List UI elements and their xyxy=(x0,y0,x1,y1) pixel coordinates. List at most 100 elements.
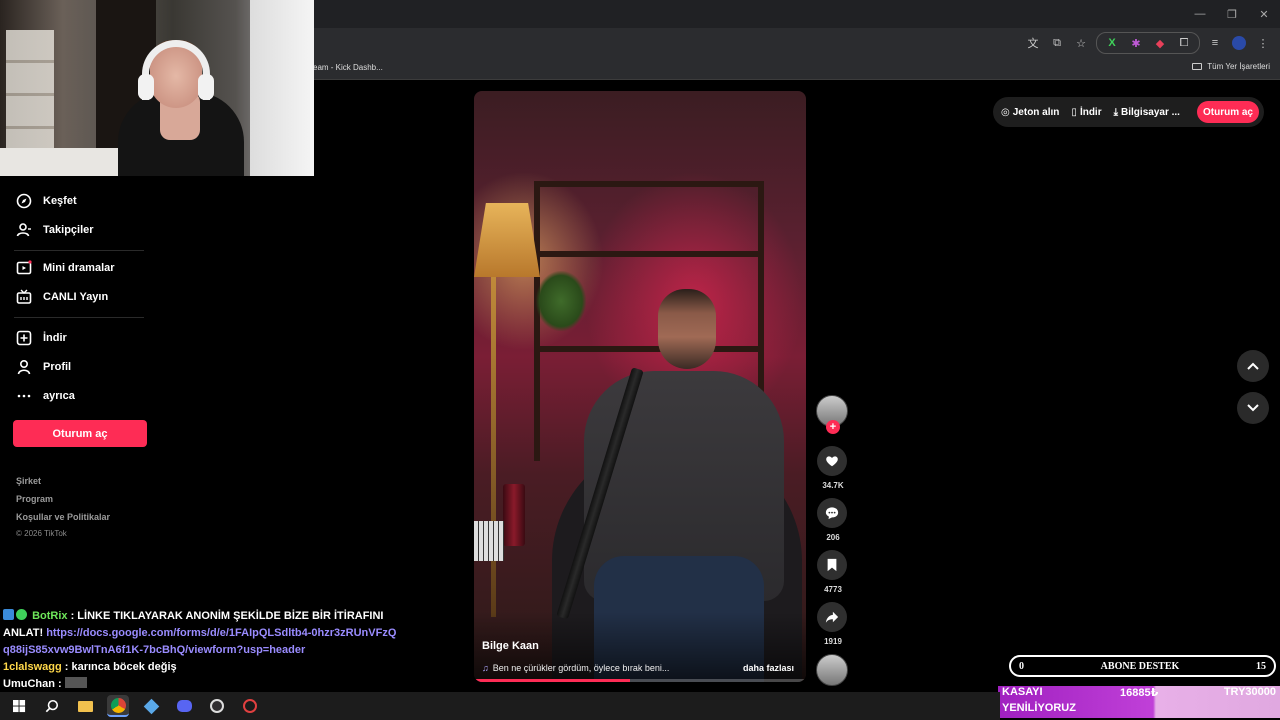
sidebar-item-label: Profil xyxy=(43,361,72,373)
get-coins-link[interactable]: ◎ Jeton alın xyxy=(1001,107,1059,118)
sidebar-item-explore[interactable]: Keşfet xyxy=(16,193,77,209)
support-target: 15 xyxy=(1255,660,1266,672)
extension-purple-icon[interactable]: ✱ xyxy=(1127,34,1145,52)
webcam-door xyxy=(250,0,314,176)
windows-start-icon[interactable] xyxy=(8,695,30,717)
extensions-puzzle-icon[interactable]: ⧠ xyxy=(1175,34,1193,52)
sidebar-item-label: CANLI Yayın xyxy=(43,291,109,303)
file-explorer-icon[interactable] xyxy=(74,695,96,717)
restore-icon[interactable]: ❐ xyxy=(1216,0,1248,28)
chat-text: karınca böcek değiş xyxy=(71,661,177,673)
verified-badge-icon xyxy=(16,609,27,620)
video-author[interactable]: Bilge Kaan xyxy=(482,640,539,652)
download-plus-icon xyxy=(16,330,32,346)
video-scene-person-head xyxy=(658,289,716,369)
sidebar-item-more[interactable]: ayrıca xyxy=(16,388,75,404)
sidebar-item-label: Keşfet xyxy=(43,195,77,207)
cast-icon[interactable]: ⧉ xyxy=(1048,34,1066,52)
profile-avatar-icon[interactable] xyxy=(1230,34,1248,52)
sidebar-item-mini-dramas[interactable]: Mini dramalar xyxy=(16,260,115,276)
chrome-icon[interactable] xyxy=(107,695,129,717)
tv-live-icon xyxy=(16,289,32,305)
comment-button[interactable] xyxy=(817,498,847,528)
footer-link-terms[interactable]: Koşullar ve Politikalar xyxy=(16,512,110,522)
app-diamond-icon[interactable] xyxy=(140,695,162,717)
video-scene-keyboard xyxy=(474,521,504,561)
chat-message: 1clalswagg : karınca böcek değiş xyxy=(3,661,177,673)
comment-icon xyxy=(825,507,839,520)
sidebar-item-download[interactable]: İndir xyxy=(16,330,67,346)
sidebar-item-label: Mini dramalar xyxy=(43,262,115,274)
sidebar-divider xyxy=(14,250,144,251)
sidebar-item-live[interactable]: CANLI Yayın xyxy=(16,289,108,305)
sidebar-item-following[interactable]: Takipçiler xyxy=(16,222,94,238)
chat-username: BotRix xyxy=(32,610,68,622)
phone-icon: ▯ xyxy=(1071,106,1077,118)
close-icon[interactable]: ✕ xyxy=(1248,0,1280,28)
headphone-ear-cup xyxy=(198,74,214,100)
video-scene-plant xyxy=(536,271,586,331)
chat-message: BotRix : LİNKE TIKLAYARAK ANONİM ŞEKİLDE… xyxy=(3,609,397,656)
video-progress-fill xyxy=(474,679,631,682)
share-button[interactable] xyxy=(817,602,847,632)
chevron-up-icon xyxy=(1247,362,1259,370)
previous-video-button[interactable] xyxy=(1237,350,1269,382)
chat-link[interactable]: https://docs.google.com/forms/d/e/1FAIpQ… xyxy=(3,627,396,656)
extension-x-icon[interactable]: X xyxy=(1103,34,1121,52)
support-current: 0 xyxy=(1019,660,1024,672)
video-progress-bar[interactable] xyxy=(474,679,806,682)
person-icon xyxy=(16,359,32,375)
search-icon[interactable] xyxy=(41,695,63,717)
desktop-app-link[interactable]: ⤓ Bilgisayar ... xyxy=(1114,107,1180,118)
chevron-down-icon xyxy=(1247,404,1259,412)
all-bookmarks[interactable]: Tüm Yer İşaretleri xyxy=(1192,62,1270,71)
sound-avatar[interactable] xyxy=(816,654,848,686)
sidebar-item-profile[interactable]: Profil xyxy=(16,359,71,375)
ticker-amount-target: TRY30000 xyxy=(1223,686,1276,698)
save-button[interactable] xyxy=(817,550,847,580)
folder-icon xyxy=(1192,63,1203,70)
follow-plus-icon[interactable]: + xyxy=(826,420,840,434)
chat-username: UmuChan xyxy=(3,678,55,690)
top-header: ◎ Jeton alın ▯ İndir ⤓ Bilgisayar ... Ot… xyxy=(993,97,1264,127)
show-more-button[interactable]: daha fazlası xyxy=(743,663,794,673)
minimize-icon[interactable]: — xyxy=(1184,0,1216,28)
browser-menu-icon[interactable]: ⋮ xyxy=(1254,34,1272,52)
next-video-button[interactable] xyxy=(1237,392,1269,424)
subscriber-goal-bar: 0 ABONE DESTEK 15 xyxy=(1009,655,1276,677)
sidebar-item-label: ayrıca xyxy=(43,390,75,402)
bookmark-star-icon[interactable]: ☆ xyxy=(1072,34,1090,52)
sidebar-login-button[interactable]: Oturum aç xyxy=(13,420,147,447)
headphone-ear-cup xyxy=(138,74,154,100)
more-dots-icon xyxy=(16,388,32,404)
extensions-group: X ✱ ◆ ⧠ xyxy=(1096,32,1200,54)
media-control-icon[interactable]: ≡ xyxy=(1206,34,1224,52)
extension-red-icon[interactable]: ◆ xyxy=(1151,34,1169,52)
window-controls: — ❐ ✕ xyxy=(1184,0,1280,28)
download-app-label: İndir xyxy=(1079,106,1102,118)
comment-count: 206 xyxy=(826,533,840,542)
header-login-button[interactable]: Oturum aç xyxy=(1196,101,1259,123)
video-scene-shelf-board xyxy=(534,346,764,352)
all-bookmarks-label: Tüm Yer İşaretleri xyxy=(1207,62,1270,71)
obs-icon[interactable] xyxy=(206,695,228,717)
translate-icon[interactable]: 文 xyxy=(1024,34,1042,52)
discord-icon[interactable] xyxy=(173,695,195,717)
heart-icon xyxy=(826,456,838,467)
toolbar-actions: 文 ⧉ ☆ X ✱ ◆ ⧠ ≡ ⋮ xyxy=(1024,32,1272,54)
footer-link-company[interactable]: Şirket xyxy=(16,476,41,486)
chat-message: UmuChan : xyxy=(3,676,403,693)
like-button[interactable] xyxy=(817,446,847,476)
app-recorder-icon[interactable] xyxy=(239,695,261,717)
copyright-text: © 2026 TikTok xyxy=(16,529,67,538)
coin-icon: ◎ xyxy=(1001,106,1010,118)
footer-link-program[interactable]: Program xyxy=(16,494,53,504)
compass-icon xyxy=(16,193,32,209)
bookmark-icon xyxy=(827,558,837,572)
user-follow-icon xyxy=(16,222,32,238)
bookmark-kick-dashboard[interactable]: eam - Kick Dashb... xyxy=(313,63,383,72)
video-player[interactable]: Bilge Kaan ♫ Ben ne çürükler gördüm, öyl… xyxy=(474,91,806,682)
download-arrow-icon: ⤓ xyxy=(1113,106,1119,118)
chat-username: 1clalswagg xyxy=(3,661,62,673)
download-app-link[interactable]: ▯ İndir xyxy=(1071,107,1101,118)
